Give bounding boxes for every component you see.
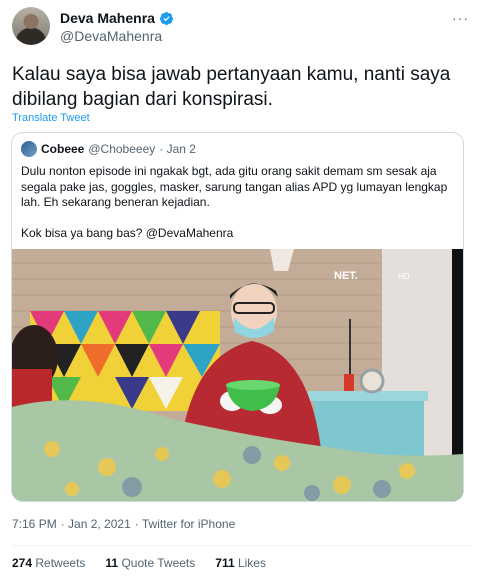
divider-top — [12, 545, 472, 546]
tweet-meta: 7:16 PM · Jan 2, 2021 · Twitter for iPho… — [12, 517, 235, 531]
quote-tweets-stat[interactable]: 11 Quote Tweets — [105, 556, 195, 570]
verified-badge-icon — [159, 11, 173, 25]
retweets-label: Retweets — [35, 556, 86, 570]
quoted-tweet[interactable]: Cobeee @Chobeeey · Jan 2 Dulu nonton epi… — [11, 132, 464, 502]
likes-count: 711 — [215, 556, 235, 570]
quoted-author-avatar — [21, 141, 37, 157]
quoted-author-handle: @Chobeeey — [88, 142, 156, 156]
likes-stat[interactable]: 711 Likes — [215, 556, 266, 570]
tweet-time[interactable]: 7:16 PM — [12, 517, 57, 531]
retweets-count: 274 — [12, 556, 33, 570]
author-name-row: Deva Mahenra — [60, 10, 174, 26]
quoted-tweet-header: Cobeee @Chobeeey · Jan 2 — [21, 141, 196, 157]
quoted-tweet-text: Dulu nonton episode ini ngakak bgt, ada … — [21, 164, 456, 241]
quoted-paragraph-1: Dulu nonton episode ini ngakak bgt, ada … — [21, 164, 448, 209]
media-channel-watermark: NET. — [334, 270, 358, 282]
quoted-author-name: Cobeee — [41, 142, 85, 156]
quoted-tweet-date: · Jan 2 — [159, 142, 196, 156]
translate-tweet-link[interactable]: Translate Tweet — [12, 112, 90, 124]
retweets-stat[interactable]: 274 Retweets — [12, 556, 85, 570]
likes-label: Likes — [237, 556, 266, 570]
author-display-name[interactable]: Deva Mahenra — [60, 10, 155, 26]
media-hd-badge: HD — [398, 272, 410, 281]
more-options-icon[interactable]: ··· — [452, 10, 469, 26]
quoted-media-image[interactable]: NET. HD — [12, 249, 463, 501]
tweet: Deva Mahenra @DevaMahenra ··· Kalau saya… — [0, 0, 485, 581]
quote-tweets-label: Quote Tweets — [121, 556, 196, 570]
author-avatar[interactable] — [12, 7, 50, 45]
tweet-stats: 274 Retweets 11 Quote Tweets 711 Likes — [12, 556, 266, 570]
quoted-paragraph-2: Kok bisa ya bang bas? @DevaMahenra — [21, 225, 234, 240]
tv-scene-illustration: NET. HD — [12, 249, 463, 501]
tweet-text: Kalau saya bisa jawab pertanyaan kamu, n… — [12, 64, 451, 110]
tweet-date[interactable]: · Jan 2, 2021 — [61, 517, 131, 531]
quote-tweets-count: 11 — [105, 556, 119, 570]
tweet-source[interactable]: · Twitter for iPhone — [135, 517, 236, 531]
author-handle[interactable]: @DevaMahenra — [60, 28, 162, 44]
